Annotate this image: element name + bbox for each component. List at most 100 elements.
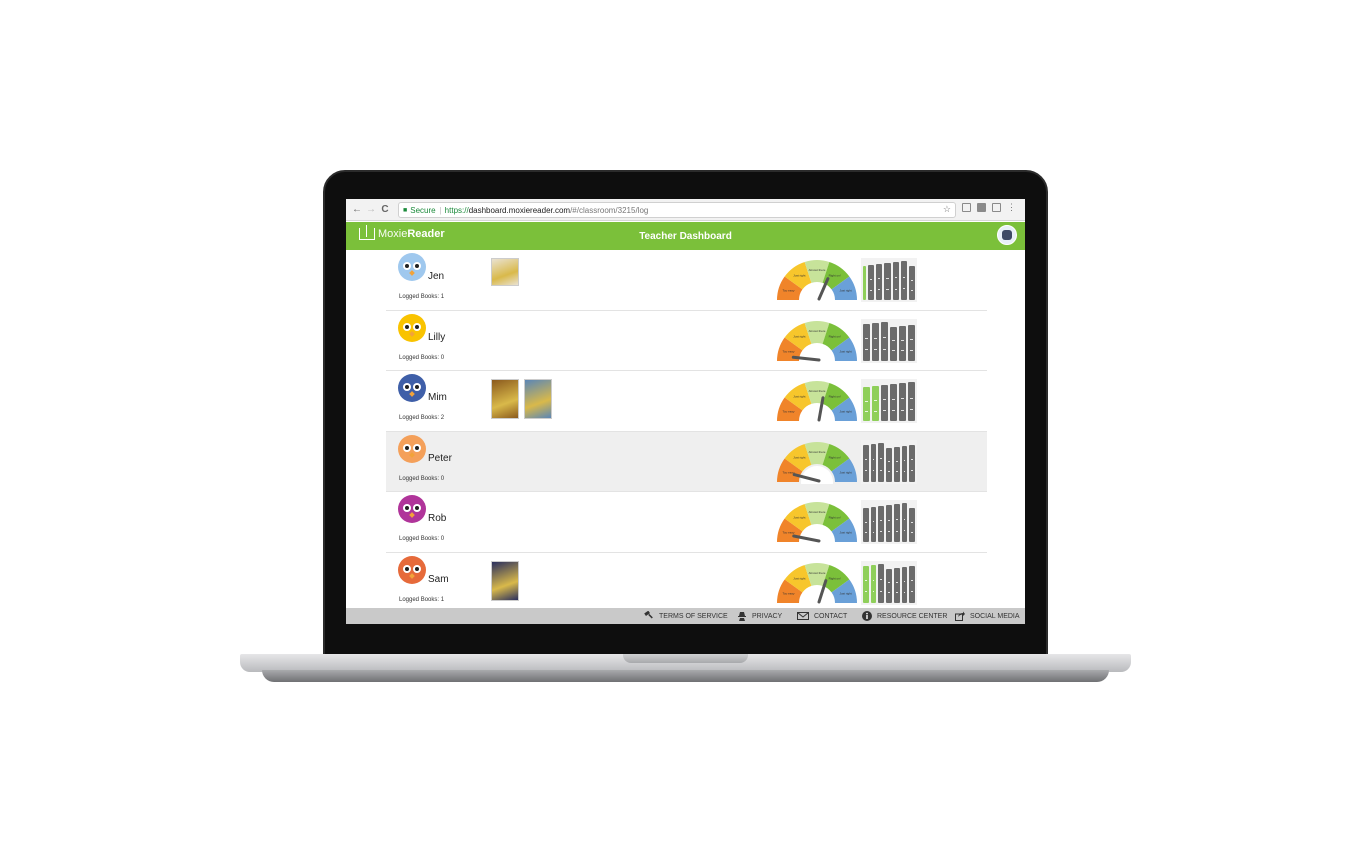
book-spine [884,263,891,300]
browser-toolbar: ← → C ■ Secure | https:// dashboard.moxi… [346,199,1025,221]
logged-books-count: Logged Books: 0 [399,354,445,361]
footer-privacy-link[interactable]: PRIVACY [737,611,782,621]
laptop-base-shadow [262,670,1109,682]
footer-terms-link[interactable]: TERMS OF SERVICE [644,611,728,621]
student-name[interactable]: Sam [428,574,449,585]
extension-icon[interactable] [962,203,971,212]
logged-books-count: Logged Books: 1 [399,294,445,300]
menu-dots-icon[interactable]: ⋮ [1007,203,1016,212]
book-spine [899,383,906,421]
book-spine [863,323,870,361]
extension-icon[interactable] [992,203,1001,212]
book-spine [899,325,906,361]
book-cover[interactable] [491,379,519,419]
book-cover[interactable] [524,379,552,419]
book-spine [863,565,869,603]
robot-avatar-icon [1002,230,1012,240]
logged-books-count: Logged Books: 1 [399,596,445,603]
facebook-extension-icon[interactable] [977,203,986,212]
footer-privacy-label: PRIVACY [752,612,783,620]
gauge-zone-label: Right on! [829,576,841,580]
gauge-zone-label: Just right [793,516,805,520]
reading-level-gauge: Too easyJust rightAlmost thereRight on!J… [777,502,857,544]
book-spine [881,385,888,421]
book-spine [908,324,915,361]
book-spine [909,508,916,542]
gauge-hub [801,284,833,302]
student-name[interactable]: Mim [428,392,447,403]
book-cover[interactable] [491,258,519,286]
avatar-beak [409,330,415,337]
student-name[interactable]: Peter [428,453,452,464]
student-row[interactable]: Jen Logged Books: 1 Too easy Just right Almo… [386,250,987,311]
reading-level-gauge: Too easyJust rightAlmost thereRight on!J… [777,320,857,363]
url-path: /#/classroom/3215/log [570,205,649,215]
logged-books-count: Logged Books: 2 [399,415,445,421]
bookmark-star-icon[interactable]: ☆ [943,204,951,215]
student-row[interactable]: Sam Logged Books: 1 Too easy Just right Almo… [386,553,987,613]
gauge-zone-label: Right on! [829,455,841,459]
reading-level-gauge: Too easyJust rightAlmost thereRight on!J… [777,441,857,484]
student-name[interactable]: Lilly [428,332,445,343]
footer-social-link[interactable]: SOCIAL MEDIA [955,611,1020,621]
footer-terms-label: TERMS OF SERVICE [659,612,728,620]
gauge-zone-label: Almost there [809,389,826,393]
student-avatar [398,374,426,402]
footer-contact-label: CONTACT [814,612,848,620]
lock-icon: ■ [403,206,408,214]
book-spine [892,262,899,300]
book-spine [900,261,907,300]
book-spine [890,326,897,361]
gauge-zone-label: Almost there [809,329,826,333]
book-cover[interactable] [491,560,519,601]
gauge-zone-label: Too easy [782,591,795,595]
spy-icon [738,612,746,621]
avatar-eyes [403,443,421,452]
gauge-zone-label: Too easy [782,289,795,293]
bookshelf [861,439,917,484]
book-spine [909,444,916,482]
student-row[interactable]: Rob Logged Books: 0 Too easy Just right Almo… [386,492,987,553]
footer-resource-link[interactable]: RESOURCE CENTER [862,611,947,621]
student-name[interactable]: Rob [428,513,446,524]
book-spine [868,265,875,300]
student-name[interactable]: Jen [428,271,444,282]
laptop-screen: ← → C ■ Secure | https:// dashboard.moxi… [346,199,1025,624]
book-spine [901,566,908,603]
book-spine [878,506,885,542]
avatar-beak [409,270,415,276]
book-spine [908,266,916,300]
footer-resource-label: RESOURCE CENTER [877,612,948,620]
book-spine [863,444,869,482]
bookshelf [861,560,917,605]
book-spine [909,565,916,603]
secure-label: Secure [410,205,436,215]
footer-contact-link[interactable]: CONTACT [797,611,847,621]
bookshelf [861,379,917,423]
back-icon[interactable]: ← [350,204,364,215]
avatar-eyes [403,322,421,331]
url-host: dashboard.moxiereader.com [468,205,571,215]
forward-icon[interactable]: → [364,204,378,215]
gauge-zone-label: Almost there [809,268,826,272]
gauge-zone-label: Too easy [782,531,795,535]
student-row[interactable]: Mim Logged Books: 2 Too easy Just right Almo… [386,371,987,432]
avatar-beak [409,512,415,518]
address-separator: | [439,205,442,215]
reload-icon[interactable]: C [378,204,392,215]
address-bar[interactable]: ■ Secure | https:// dashboard.moxiereade… [398,202,956,218]
reading-level-gauge: Too easyJust rightAlmost thereRight on!J… [777,562,857,605]
reading-level-gauge: Too easyJust rightAlmost thereRight on!J… [777,381,857,423]
user-avatar[interactable] [997,225,1017,245]
info-icon [862,611,872,621]
bookshelf [861,318,917,363]
student-row[interactable]: Peter Logged Books: 0 Too easy Just right Al… [386,431,987,492]
student-avatar [398,434,426,463]
book-spine [908,382,915,421]
student-avatar [398,555,426,584]
student-row[interactable]: Lilly Logged Books: 0 Too easy Just right Al… [386,311,987,371]
gauge-zone-label: Just right [839,349,851,353]
book-spine [870,507,877,542]
student-avatar [398,313,426,342]
gauge-zone-label: Too easy [782,410,795,414]
